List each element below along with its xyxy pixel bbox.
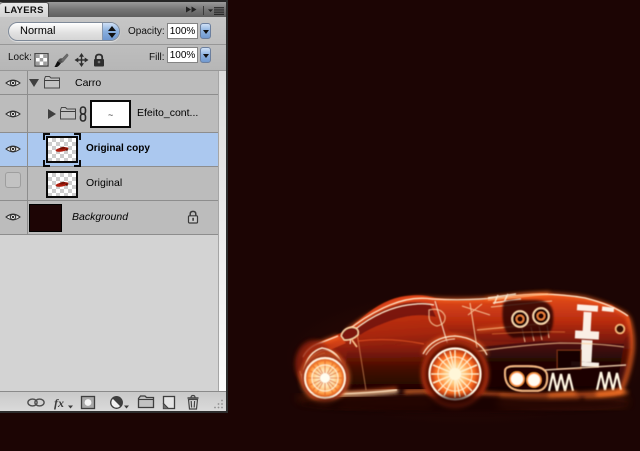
svg-text:fx: fx (54, 396, 64, 410)
